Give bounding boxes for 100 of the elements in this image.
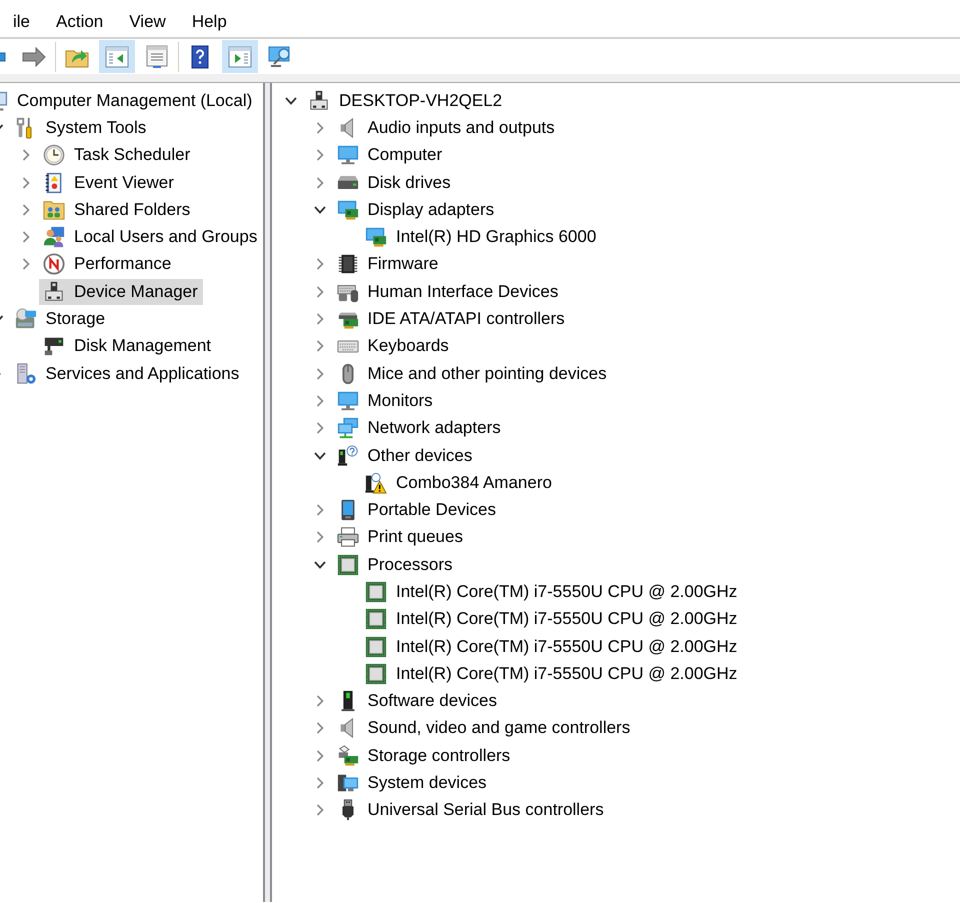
chevron-down-icon[interactable] — [314, 560, 326, 569]
tree-item[interactable]: Universal Serial Bus controllers — [332, 797, 609, 824]
unknown-device-icon — [336, 444, 358, 466]
tree-item[interactable]: Intel(R) HD Graphics 6000 — [361, 224, 602, 250]
chevron-down-icon[interactable] — [314, 452, 326, 460]
network-icon — [336, 417, 358, 440]
chevron-right-icon[interactable] — [316, 422, 324, 434]
chevron-right-icon[interactable] — [316, 804, 324, 816]
tree-item[interactable]: Computer Management (Local) — [0, 88, 258, 114]
tree-item[interactable]: DESKTOP-VH2QEL2 — [304, 88, 508, 114]
tree-item[interactable]: Display adapters — [332, 196, 500, 223]
menu-item[interactable]: ile — [0, 0, 44, 37]
keyboard-icon — [336, 340, 358, 353]
tree-item[interactable]: IDE ATA/ATAPI controllers — [332, 306, 570, 332]
tree-item[interactable]: Firmware — [332, 251, 444, 278]
users-icon — [43, 226, 65, 248]
tree-item[interactable]: Storage — [10, 306, 110, 332]
tree-item[interactable]: Task Scheduler — [39, 142, 196, 168]
tree-item[interactable]: Keyboards — [332, 333, 454, 360]
chip-icon — [336, 253, 358, 276]
tree-item[interactable]: Disk drives — [332, 170, 456, 196]
disk-drive-icon — [336, 176, 358, 190]
tree-item[interactable]: Software devices — [332, 688, 502, 714]
pane-splitter[interactable] — [263, 83, 272, 902]
properties-icon — [145, 44, 169, 68]
gauge-icon — [43, 253, 65, 276]
tree-item[interactable]: Combo384 Amanero — [361, 470, 557, 496]
tree-item[interactable]: Network adapters — [332, 415, 506, 442]
tree-item[interactable]: Other devices — [332, 442, 478, 468]
tree-item[interactable]: Processors — [332, 552, 458, 578]
chevron-down-icon[interactable] — [285, 96, 297, 105]
device-icon — [308, 90, 330, 112]
chevron-right-icon[interactable] — [22, 204, 30, 216]
computer-icon — [0, 90, 8, 112]
chevron-right-icon[interactable] — [316, 149, 324, 162]
tree-item[interactable]: System devices — [332, 770, 492, 796]
display-adapter-icon — [336, 198, 358, 221]
display-adapter-icon — [365, 226, 387, 248]
chevron-right-icon[interactable] — [316, 695, 324, 708]
tree-item[interactable]: Mice and other pointing devices — [332, 360, 612, 387]
chevron-right-icon[interactable] — [316, 286, 324, 298]
processor-icon — [365, 608, 387, 630]
tree-item[interactable]: Performance — [39, 251, 176, 278]
monitor-icon — [336, 390, 358, 412]
tree-item[interactable]: Storage controllers — [332, 742, 516, 769]
tree-item[interactable]: Event Viewer — [39, 170, 179, 196]
chevron-right-icon[interactable] — [316, 313, 324, 326]
tree-item[interactable]: Disk Management — [39, 333, 216, 360]
tree-item[interactable]: Monitors — [332, 388, 438, 414]
chevron-right-icon[interactable] — [22, 231, 30, 244]
tree-item[interactable]: Computer — [332, 142, 448, 168]
tree-item[interactable]: Portable Devices — [332, 497, 502, 524]
chevron-right-icon[interactable] — [316, 368, 324, 380]
chevron-down-icon[interactable] — [314, 206, 326, 214]
right-pane-icon — [228, 44, 252, 68]
tree-item[interactable]: System Tools — [10, 114, 152, 141]
printer-icon — [336, 526, 358, 548]
clock-icon — [43, 144, 65, 166]
tree-item[interactable]: Audio inputs and outputs — [332, 114, 560, 141]
chevron-right-icon[interactable] — [316, 258, 324, 270]
menu-item[interactable]: Action — [43, 0, 116, 37]
processor-icon — [336, 554, 358, 576]
tree-item[interactable]: Sound, video and game controllers — [332, 715, 636, 742]
menu-item[interactable]: View — [116, 0, 179, 37]
storage-controller-icon — [336, 744, 358, 767]
warning-icon — [365, 472, 387, 494]
forward-arrow-icon — [22, 44, 46, 68]
menu-item[interactable]: Help — [178, 0, 240, 37]
tree-item[interactable]: Device Manager — [39, 278, 203, 305]
chevron-right-icon[interactable] — [316, 122, 324, 134]
chevron-right-icon[interactable] — [316, 777, 324, 790]
chevron-right-icon[interactable] — [316, 340, 324, 352]
system-icon — [336, 772, 358, 794]
tree-item[interactable]: Print queues — [332, 524, 468, 550]
chevron-right-icon[interactable] — [316, 176, 324, 189]
left-pane-icon — [105, 44, 129, 68]
chevron-right-icon[interactable] — [22, 149, 30, 162]
tree-item[interactable]: Intel(R) Core(TM) i7-5550U CPU @ 2.00GHz — [361, 578, 742, 605]
tree-item[interactable]: Intel(R) Core(TM) i7-5550U CPU @ 2.00GHz — [361, 606, 742, 632]
chevron-right-icon[interactable] — [316, 504, 324, 516]
tree-item[interactable]: Human Interface Devices — [332, 278, 564, 305]
chevron-right-icon[interactable] — [316, 394, 324, 407]
storage-icon — [14, 308, 36, 330]
chevron-down-icon[interactable] — [0, 124, 4, 132]
disk-drive-icon — [43, 335, 65, 358]
chevron-right-icon[interactable] — [316, 531, 324, 544]
chevron-right-icon[interactable] — [316, 750, 324, 762]
chevron-right-icon[interactable] — [22, 176, 30, 189]
tree-item[interactable]: Intel(R) Core(TM) i7-5550U CPU @ 2.00GHz — [361, 634, 742, 660]
show-hide-console-tree-button[interactable] — [99, 40, 135, 73]
tree-item[interactable]: Intel(R) Core(TM) i7-5550U CPU @ 2.00GHz — [361, 660, 742, 687]
processor-icon — [365, 636, 387, 658]
monitor-search-icon — [268, 44, 292, 68]
chevron-right-icon[interactable] — [316, 722, 324, 734]
tree-item[interactable]: Shared Folders — [39, 196, 196, 223]
monitor-icon — [336, 144, 358, 166]
tree-item[interactable]: Services and Applications — [10, 360, 244, 387]
processor-icon — [365, 662, 387, 685]
chevron-right-icon[interactable] — [22, 258, 30, 270]
tree-item[interactable]: Local Users and Groups — [39, 224, 262, 250]
